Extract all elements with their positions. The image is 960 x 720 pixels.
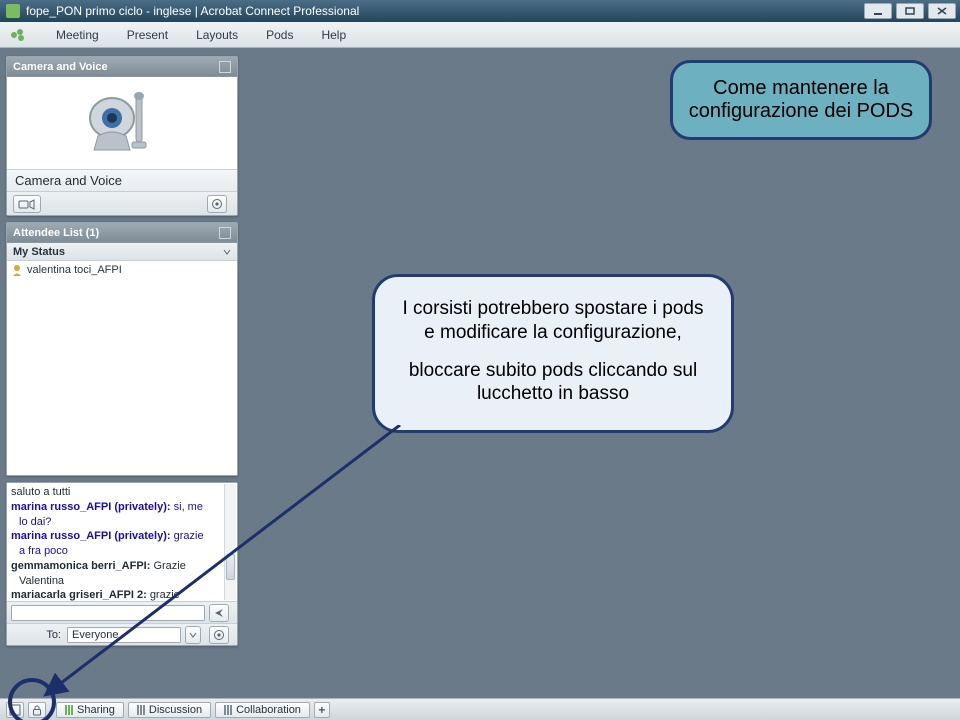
camera-caption: Camera and Voice [7, 169, 237, 191]
chat-line: gemmamonica berri_AFPI: Grazie [11, 560, 233, 574]
chat-line: lo dai? [11, 516, 233, 530]
app-icon [6, 4, 20, 18]
chat-send-button[interactable] [209, 604, 229, 622]
pod-attendee-title[interactable]: Attendee List (1) [7, 223, 237, 243]
chat-line: saluto a tutti [11, 486, 233, 500]
menu-pods[interactable]: Pods [252, 22, 307, 47]
camera-settings-button[interactable] [207, 195, 227, 213]
fullscreen-button[interactable] [6, 702, 24, 718]
chat-to-label: To: [11, 629, 67, 641]
attendee-body: valentina toci_AFPI [7, 261, 237, 475]
layout-tab-collaboration[interactable]: Collaboration [215, 702, 310, 718]
menubar: Meeting Present Layouts Pods Help [0, 22, 960, 48]
chat-to-select[interactable]: Everyone [67, 627, 181, 643]
attendee-row[interactable]: valentina toci_AFPI [7, 261, 237, 279]
menu-help[interactable]: Help [307, 22, 360, 47]
chat-line: marina russo_AFPI (privately): grazie [11, 530, 233, 544]
annotation-line-2: bloccare subito pods cliccando sul lucch… [397, 359, 709, 407]
webcam-icon [82, 88, 162, 158]
chat-line: marina russo_AFPI (privately): si, me [11, 501, 233, 515]
bottom-bar: Sharing Discussion Collaboration + [0, 698, 960, 720]
chat-to-dropdown-button[interactable] [185, 626, 201, 644]
chat-scrollbar[interactable] [224, 484, 236, 600]
annotation-body: I corsisti potrebbero spostare i pods e … [372, 274, 734, 433]
attendee-name: valentina toci_AFPI [27, 264, 122, 276]
scrollbar-thumb[interactable] [226, 554, 235, 580]
pod-attendee-title-text: Attendee List (1) [13, 227, 99, 239]
pod-attendee-list: Attendee List (1) My Status valentina to… [6, 222, 238, 476]
attendee-status-label: My Status [13, 246, 65, 258]
camera-footer [7, 191, 237, 215]
lock-layout-button[interactable] [28, 702, 46, 718]
user-icon [11, 264, 23, 276]
menu-present[interactable]: Present [113, 22, 182, 47]
menu-layouts[interactable]: Layouts [182, 22, 252, 47]
annotation-title: Come mantenere la configurazione dei POD… [670, 60, 932, 140]
window-minimize-button[interactable] [864, 3, 892, 19]
annotation-line-1: I corsisti potrebbero spostare i pods e … [397, 297, 709, 345]
chevron-down-icon [223, 248, 231, 256]
chat-settings-button[interactable] [209, 626, 229, 644]
attendee-status-header[interactable]: My Status [7, 243, 237, 261]
layout-tab-sharing[interactable]: Sharing [56, 702, 124, 718]
chat-log: saluto a tutti marina russo_AFPI (privat… [7, 483, 237, 601]
pod-menu-icon[interactable] [219, 61, 231, 73]
chat-to-value: Everyone [72, 629, 118, 641]
menu-meeting[interactable]: Meeting [42, 22, 113, 47]
layout-tab-label: Sharing [77, 704, 115, 716]
window-titlebar: fope_PON primo ciclo - inglese | Acrobat… [0, 0, 960, 22]
camera-preview [7, 77, 237, 169]
pod-camera-voice: Camera and Voice Camera and Voice [6, 56, 238, 216]
chat-line: Valentina [11, 575, 233, 589]
pod-chat: saluto a tutti marina russo_AFPI (privat… [6, 482, 238, 646]
pod-camera-title[interactable]: Camera and Voice [7, 57, 237, 77]
chat-line: mariacarla griseri_AFPI 2: grazie [11, 589, 233, 601]
window-title: fope_PON primo ciclo - inglese | Acrobat… [26, 4, 359, 18]
camera-toggle-button[interactable] [13, 195, 41, 213]
layout-tab-label: Collaboration [236, 704, 301, 716]
layout-tab-discussion[interactable]: Discussion [128, 702, 211, 718]
window-close-button[interactable] [928, 3, 956, 19]
lock-icon [31, 704, 43, 716]
chat-input[interactable] [11, 605, 205, 621]
chat-to-row: To: Everyone [7, 623, 237, 645]
pod-menu-icon[interactable] [219, 227, 231, 239]
product-logo-icon [8, 26, 28, 44]
pod-camera-title-text: Camera and Voice [13, 61, 108, 73]
layout-tab-label: Discussion [149, 704, 202, 716]
add-layout-button[interactable]: + [314, 702, 330, 718]
window-maximize-button[interactable] [896, 3, 924, 19]
chat-line: a fra poco [11, 545, 233, 559]
chat-input-row [7, 601, 237, 623]
